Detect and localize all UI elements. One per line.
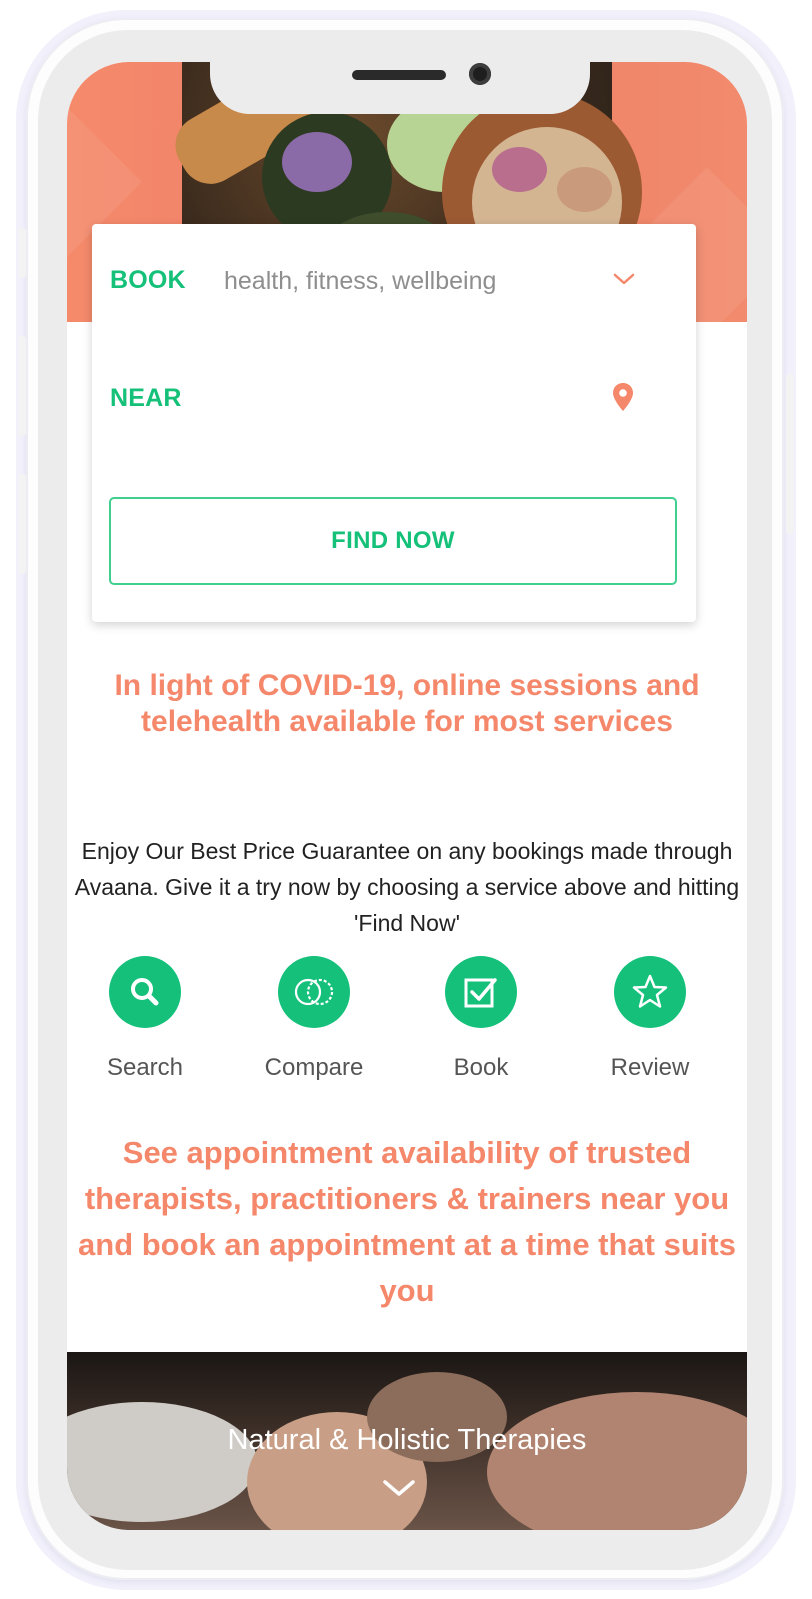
star-icon bbox=[632, 974, 668, 1008]
near-label: NEAR bbox=[110, 384, 182, 412]
feature-label: Compare bbox=[264, 1054, 364, 1081]
mute-switch bbox=[18, 228, 26, 278]
feature-label: Search bbox=[106, 1054, 184, 1081]
availability-heading: See appointment availability of trusted … bbox=[78, 1135, 736, 1308]
volume-up-button bbox=[18, 336, 26, 436]
location-input[interactable] bbox=[224, 380, 584, 418]
feature-label: Review bbox=[610, 1054, 690, 1081]
service-search-input[interactable] bbox=[224, 262, 584, 300]
checkbox-icon bbox=[464, 978, 497, 1008]
category-banner[interactable]: Natural & Holistic Therapies bbox=[67, 1352, 747, 1530]
category-title: Natural & Holistic Therapies bbox=[227, 1424, 587, 1456]
compare-icon bbox=[294, 978, 334, 1006]
power-button bbox=[786, 374, 794, 534]
location-pin-icon[interactable] bbox=[612, 382, 634, 412]
price-guarantee-text: Enjoy Our Best Price Guarantee on any bo… bbox=[74, 838, 740, 936]
speaker-grille bbox=[352, 70, 446, 80]
covid-notice: In light of COVID-19, online sessions an… bbox=[114, 669, 700, 738]
feature-book[interactable]: Book bbox=[396, 956, 566, 1082]
search-card: BOOK NEAR FIND NOW bbox=[92, 224, 696, 622]
front-camera bbox=[469, 63, 491, 85]
feature-label: Book bbox=[453, 1054, 509, 1081]
feature-compare[interactable]: Compare bbox=[229, 956, 399, 1082]
chevron-down-icon[interactable] bbox=[612, 272, 636, 286]
search-icon bbox=[131, 978, 159, 1006]
book-label: BOOK bbox=[110, 266, 186, 294]
feature-search[interactable]: Search bbox=[60, 956, 230, 1082]
feature-review[interactable]: Review bbox=[565, 956, 735, 1082]
volume-down-button bbox=[18, 474, 26, 574]
find-now-button[interactable]: FIND NOW bbox=[109, 497, 677, 585]
chevron-down-icon[interactable] bbox=[382, 1478, 416, 1498]
